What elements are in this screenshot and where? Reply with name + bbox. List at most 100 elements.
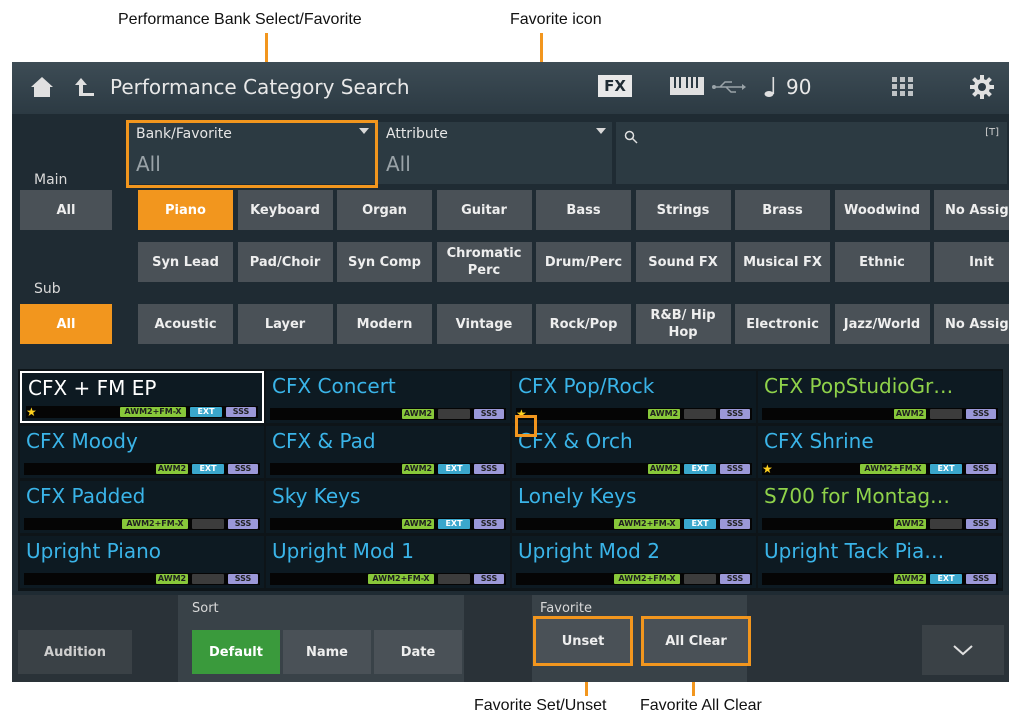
tag-sss: SSS xyxy=(720,409,750,419)
tag-sss: SSS xyxy=(474,519,504,529)
sub-category-r-b-hip-hop[interactable]: R&B/ Hip Hop xyxy=(635,304,731,344)
tag-awm2: AWM2 xyxy=(648,409,680,419)
tag-awm2: AWM2 xyxy=(894,409,926,419)
tempo-value[interactable]: 90 xyxy=(786,75,811,99)
performance-item[interactable]: CFX Shrine ★ SSS EXT AWM2+FM-X xyxy=(758,426,1002,478)
tag-awm2-fm-x: AWM2+FM-X xyxy=(122,519,188,529)
favorite-icon-highlight xyxy=(515,415,537,437)
sort-label: Sort xyxy=(192,601,219,616)
performance-item[interactable]: Lonely Keys SSS EXT AWM2+FM-X xyxy=(512,481,756,533)
main-category-ethnic[interactable]: Ethnic xyxy=(834,242,930,282)
performance-item[interactable]: Upright Piano SSS AWM2 xyxy=(20,536,264,588)
callout-favorite-set: Favorite Set/Unset xyxy=(474,697,607,714)
main-category-brass[interactable]: Brass xyxy=(735,190,830,230)
back-icon[interactable] xyxy=(74,76,96,98)
main-category-keyboard[interactable]: Keyboard xyxy=(237,190,333,230)
sub-category-modern[interactable]: Modern xyxy=(337,304,432,344)
tag-ext: EXT xyxy=(192,464,224,474)
tag-empty xyxy=(438,574,470,584)
sort-default-button[interactable]: Default xyxy=(192,630,280,674)
fx-button[interactable]: FX xyxy=(598,75,632,97)
tag-sss: SSS xyxy=(966,519,996,529)
performance-name: Upright Tack Pia… xyxy=(764,539,945,563)
sort-name-button[interactable]: Name xyxy=(283,630,371,674)
tag-awm2-fm-x: AWM2+FM-X xyxy=(614,574,680,584)
callout-favorite-icon: Favorite icon xyxy=(510,11,602,28)
main-category-syn-lead[interactable]: Syn Lead xyxy=(138,242,233,282)
main-category-no-assign[interactable]: No Assign xyxy=(934,190,1009,230)
tag-awm2-fm-x: AWM2+FM-X xyxy=(860,464,926,474)
sub-category-acoustic[interactable]: Acoustic xyxy=(138,304,233,344)
attribute-select[interactable]: Attribute All xyxy=(378,122,612,184)
main-category-drum-perc[interactable]: Drum/Perc xyxy=(536,242,631,282)
grid-icon[interactable] xyxy=(892,77,914,97)
tag-sss: SSS xyxy=(720,464,750,474)
performance-item[interactable]: CFX Pop/Rock ★ SSS AWM2 xyxy=(512,371,756,423)
sub-category-rock-pop[interactable]: Rock/Pop xyxy=(536,304,631,344)
performance-item[interactable]: CFX & Pad SSS EXT AWM2 xyxy=(266,426,510,478)
home-icon[interactable] xyxy=(30,76,54,98)
performance-item[interactable]: CFX & Orch SSS EXT AWM2 xyxy=(512,426,756,478)
tag-empty xyxy=(930,519,962,529)
tag-ext: EXT xyxy=(930,574,962,584)
performance-tag-bar xyxy=(516,463,752,475)
main-all-button[interactable]: All xyxy=(20,190,112,230)
search-icon xyxy=(624,130,638,144)
performance-list: CFX + FM EP ★ SSS EXT AWM2+FM-X CFX Concert SS… xyxy=(18,369,1003,591)
performance-item[interactable]: CFX Concert SSS AWM2 xyxy=(266,371,510,423)
gear-icon[interactable] xyxy=(970,75,994,99)
main-category-organ[interactable]: Organ xyxy=(337,190,432,230)
sub-category-layer[interactable]: Layer xyxy=(237,304,333,344)
search-field[interactable]: [T] xyxy=(616,122,1007,184)
main-category-woodwind[interactable]: Woodwind xyxy=(834,190,930,230)
performance-item[interactable]: Sky Keys SSS EXT AWM2 xyxy=(266,481,510,533)
performance-name: Upright Piano xyxy=(26,539,162,563)
main-category-init[interactable]: Init xyxy=(934,242,1009,282)
performance-name: CFX Moody xyxy=(26,429,138,453)
performance-item[interactable]: S700 for Montag… SSS AWM2 xyxy=(758,481,1002,533)
page-down-button[interactable] xyxy=(922,625,1004,675)
performance-name: CFX Concert xyxy=(272,374,396,398)
main-category-sound-fx[interactable]: Sound FX xyxy=(635,242,731,282)
tag-sss: SSS xyxy=(474,574,504,584)
main-category-bass[interactable]: Bass xyxy=(536,190,631,230)
sort-date-button[interactable]: Date xyxy=(374,630,462,674)
performance-item[interactable]: CFX Padded SSS AWM2+FM-X xyxy=(20,481,264,533)
main-category-pad-choir[interactable]: Pad/Choir xyxy=(237,242,333,282)
tag-empty xyxy=(438,409,470,419)
tag-sss: SSS xyxy=(720,574,750,584)
main-category-strings[interactable]: Strings xyxy=(635,190,731,230)
attribute-label: Attribute xyxy=(386,126,448,142)
chevron-down-icon xyxy=(596,128,606,134)
bank-select-highlight xyxy=(126,120,378,188)
audition-button[interactable]: Audition xyxy=(18,630,132,674)
tag-sss: SSS xyxy=(474,409,504,419)
performance-item[interactable]: CFX PopStudioGr… SSS AWM2 xyxy=(758,371,1002,423)
tag-awm2-fm-x: AWM2+FM-X xyxy=(368,574,434,584)
tag-ext: EXT xyxy=(438,519,470,529)
sub-category-electronic[interactable]: Electronic xyxy=(735,304,830,344)
main-category-guitar[interactable]: Guitar xyxy=(436,190,532,230)
sub-category-vintage[interactable]: Vintage xyxy=(436,304,532,344)
note-icon xyxy=(764,77,775,97)
main-category-piano[interactable]: Piano xyxy=(138,190,233,230)
main-category-musical-fx[interactable]: Musical FX xyxy=(735,242,830,282)
performance-item[interactable]: CFX Moody SSS EXT AWM2 xyxy=(20,426,264,478)
main-category-chromatic-perc[interactable]: Chromatic Perc xyxy=(436,242,532,282)
performance-tag-bar xyxy=(270,518,506,530)
tag-ext: EXT xyxy=(190,407,222,417)
performance-item[interactable]: Upright Tack Pia… SSS EXT AWM2 xyxy=(758,536,1002,588)
tag-awm2-fm-x: AWM2+FM-X xyxy=(614,519,680,529)
tag-sss: SSS xyxy=(228,574,258,584)
tag-sss: SSS xyxy=(966,574,996,584)
performance-tag-bar xyxy=(270,463,506,475)
performance-item[interactable]: Upright Mod 1 SSS AWM2+FM-X xyxy=(266,536,510,588)
sub-category-jazz-world[interactable]: Jazz/World xyxy=(834,304,930,344)
sub-category-no-assign[interactable]: No Assign xyxy=(934,304,1009,344)
sub-all-button[interactable]: All xyxy=(20,304,112,344)
main-category-syn-comp[interactable]: Syn Comp xyxy=(337,242,432,282)
performance-name: S700 for Montag… xyxy=(764,484,951,508)
tag-awm2: AWM2 xyxy=(156,464,188,474)
performance-item[interactable]: CFX + FM EP ★ SSS EXT AWM2+FM-X xyxy=(20,371,264,423)
performance-item[interactable]: Upright Mod 2 SSS AWM2+FM-X xyxy=(512,536,756,588)
